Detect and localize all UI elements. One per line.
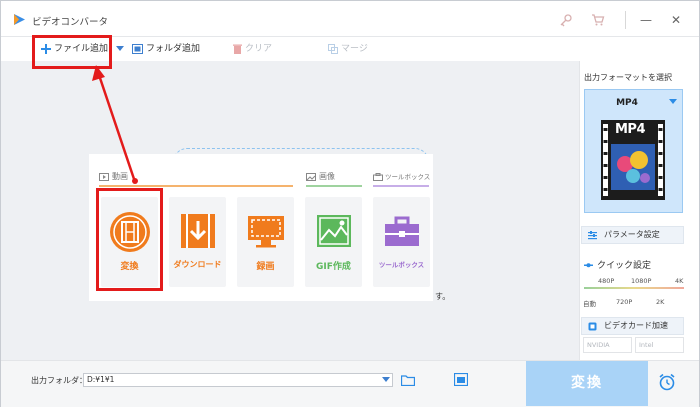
annotation-arrow: [92, 65, 138, 184]
app-window: ビデオコンバータ — ✕ ファイル追加 フォルダ追加 クリア マージ 動画 画像…: [0, 0, 700, 407]
